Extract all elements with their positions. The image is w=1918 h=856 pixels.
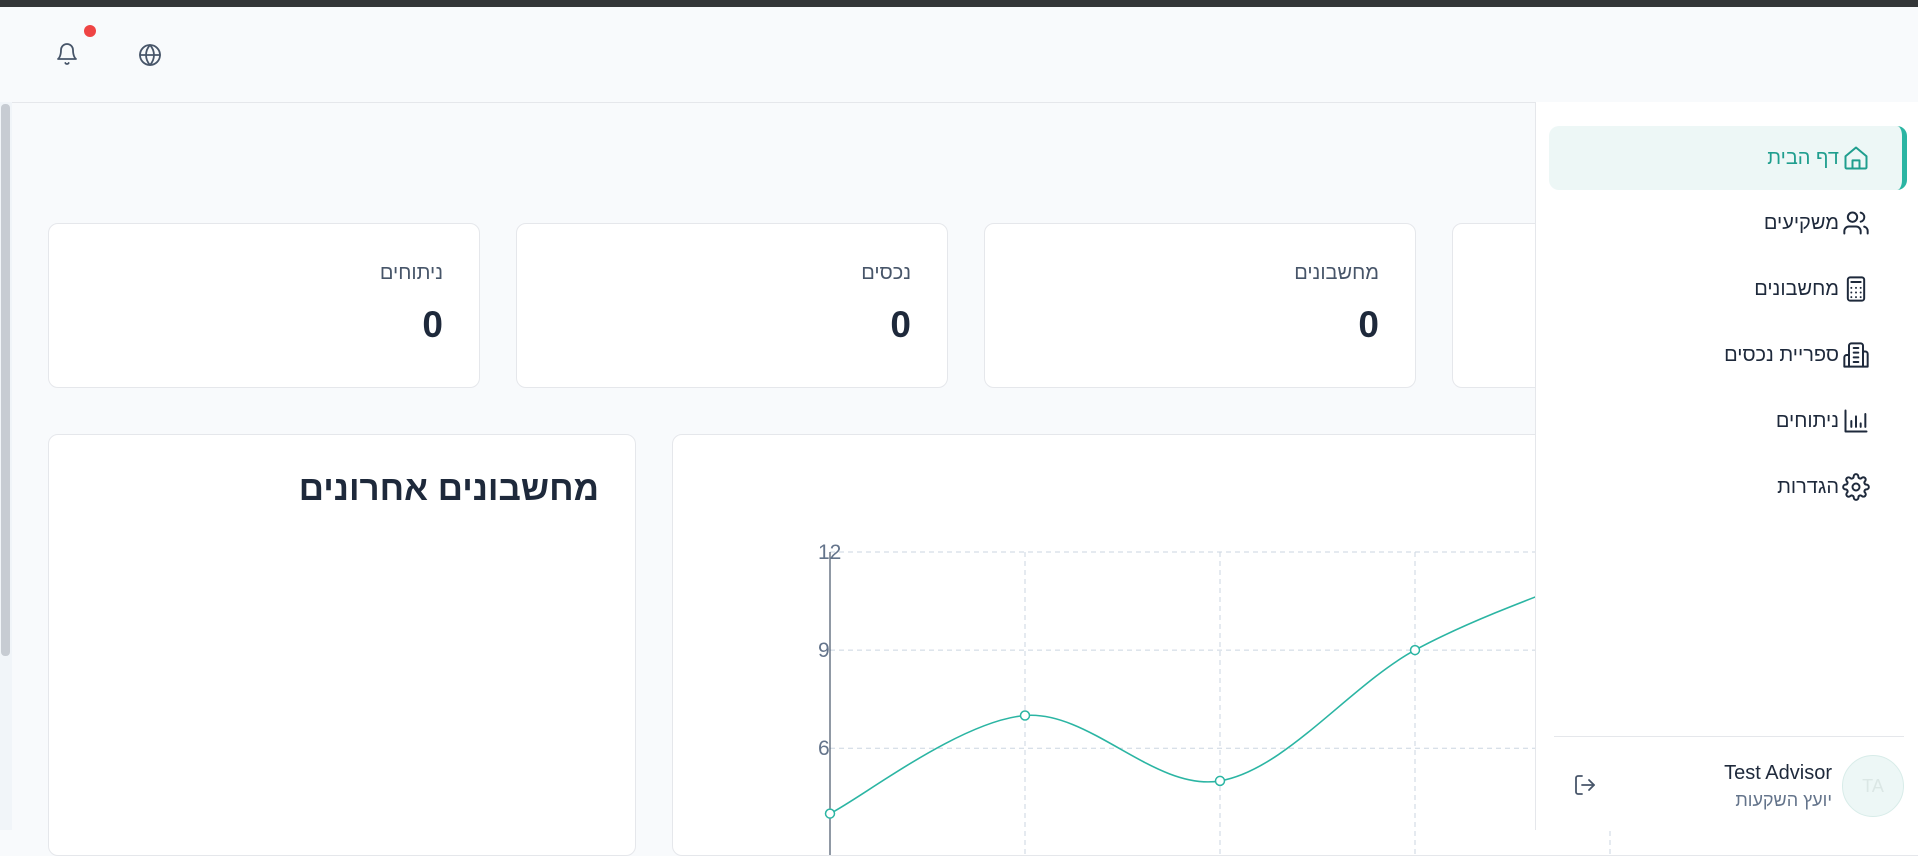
- stat-value: 0: [1358, 304, 1379, 345]
- notifications-button[interactable]: [52, 39, 82, 69]
- globe-icon: [139, 44, 161, 66]
- data-point: [1409, 644, 1421, 656]
- avatar[interactable]: TA: [1842, 755, 1904, 817]
- y-tick-label: 9: [818, 639, 830, 662]
- logout-icon: [1575, 775, 1595, 795]
- sidebar-item-asset-library[interactable]: ספריית נכסים: [1549, 323, 1907, 387]
- sidebar-divider: [1554, 736, 1904, 737]
- stat-label: נכסים: [861, 262, 911, 284]
- data-point: [1214, 775, 1226, 787]
- calculator-icon: [1841, 274, 1871, 304]
- language-button[interactable]: [135, 40, 165, 70]
- scrollbar-thumb[interactable]: [1, 104, 10, 656]
- home-icon: [1841, 143, 1871, 173]
- y-tick-label: 6: [818, 737, 830, 760]
- sidebar-item-label: הגדרות: [1777, 475, 1839, 498]
- sidebar-item-label: ספריית נכסים: [1724, 343, 1839, 366]
- sidebar-item-label: משקיעים: [1763, 211, 1839, 234]
- stat-card-calculators: מחשבונים 0: [984, 223, 1416, 388]
- sidebar-item-calculators[interactable]: מחשבונים: [1549, 257, 1907, 321]
- sidebar-item-label: ניתוחים: [1775, 409, 1839, 432]
- stat-card-analyses: ניתוחים 0: [48, 223, 480, 388]
- sidebar-item-home[interactable]: דף הבית: [1549, 126, 1907, 190]
- top-strip: [0, 0, 1918, 7]
- bell-icon: [57, 43, 77, 65]
- stat-label: ניתוחים: [379, 262, 443, 284]
- users-icon: [1841, 208, 1871, 238]
- stat-label: מחשבונים: [1294, 262, 1379, 284]
- data-point: [824, 808, 836, 819]
- stat-value: 0: [890, 304, 911, 345]
- notification-badge: [84, 25, 96, 37]
- app-header: [0, 7, 1918, 103]
- y-tick-label: 12: [818, 541, 841, 564]
- sidebar-item-analyses[interactable]: ניתוחים: [1549, 389, 1907, 453]
- recent-calculators-title: מחשבונים אחרונים: [298, 469, 599, 508]
- building-icon: [1841, 340, 1871, 370]
- sidebar-item-label: מחשבונים: [1754, 277, 1839, 300]
- gear-icon: [1841, 472, 1871, 502]
- sidebar-item-label: דף הבית: [1767, 146, 1839, 169]
- stat-card-assets: נכסים 0: [516, 223, 948, 388]
- stat-value: 0: [422, 304, 443, 345]
- user-role: יועץ השקעות: [1735, 790, 1832, 810]
- recent-calculators-card: מחשבונים אחרונים: [48, 434, 636, 856]
- user-name: Test Advisor: [1724, 762, 1832, 784]
- data-point: [1019, 710, 1031, 721]
- sidebar-item-investors[interactable]: משקיעים: [1549, 191, 1907, 255]
- bar-chart-icon: [1841, 406, 1871, 436]
- logout-button[interactable]: [1570, 770, 1600, 800]
- sidebar-item-settings[interactable]: הגדרות: [1549, 455, 1907, 519]
- sidebar: דף הבית משקיעים מחשבונים ספריית נכסים ני…: [1535, 102, 1918, 830]
